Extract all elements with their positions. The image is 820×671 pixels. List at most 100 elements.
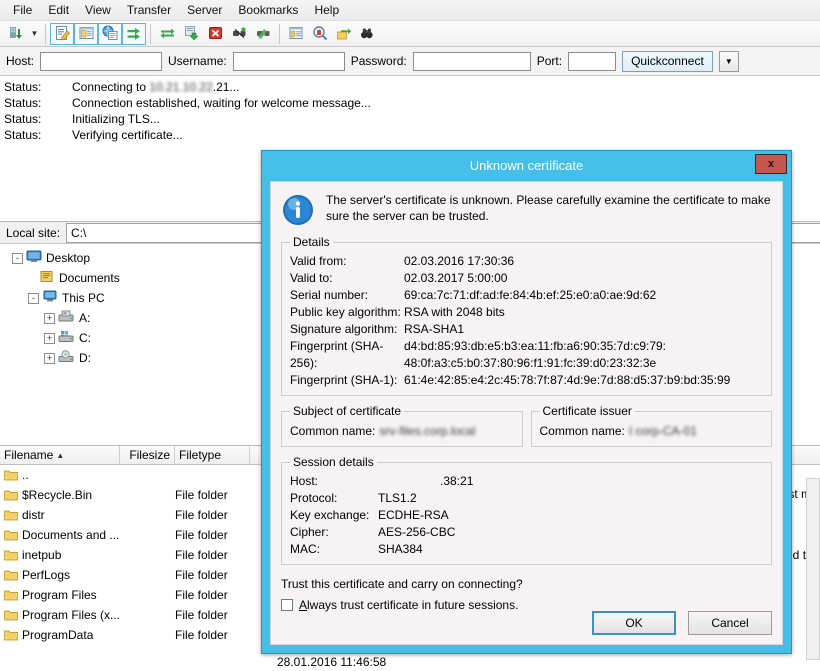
site-manager-icon[interactable] [4, 23, 28, 45]
binoculars-glyph [360, 25, 377, 42]
ok-button[interactable]: OK [592, 611, 676, 635]
quickconnect-history-dropdown[interactable]: ▼ [719, 51, 739, 72]
file-type-cell: File folder [175, 628, 250, 642]
toggle-local-tree-icon[interactable] [74, 23, 98, 45]
remote-list-scrollbar[interactable] [806, 478, 820, 660]
column-header-filesize[interactable]: Filesize [120, 446, 175, 464]
file-type-cell: File folder [175, 528, 250, 542]
subject-common-name-row: Common name: srv-files.corp.local [290, 422, 514, 440]
remote-file-timestamp: 28.01.2016 11:46:58 [277, 655, 386, 669]
subject-common-name-value: srv-files.corp.local [379, 422, 513, 440]
session-value: AES-256-CBC [378, 524, 455, 541]
toggle-transfer-queue-icon[interactable] [122, 23, 146, 45]
close-icon[interactable]: x [755, 154, 787, 174]
log-row-text: Initializing TLS... [72, 111, 160, 127]
port-input[interactable] [568, 52, 616, 71]
session-key: Protocol: [290, 490, 378, 507]
cancel-operation-icon[interactable] [203, 23, 227, 45]
toolbar-separator-1 [45, 24, 46, 44]
certificate-details-group: Details Valid from: 02.03.2016 17:30:36 … [281, 235, 772, 396]
tree-expander[interactable]: + [44, 353, 55, 364]
process-queue-icon[interactable] [179, 23, 203, 45]
quickconnect-button[interactable]: Quickconnect [622, 51, 713, 72]
detail-value: 69:ca:7c:71:df:ad:fe:84:4b:ef:25:e0:a0:a… [404, 287, 656, 304]
session-key: Cipher: [290, 524, 378, 541]
tree-node-label: Desktop [46, 251, 90, 265]
issuer-common-name-label: Common name: [540, 422, 625, 440]
dialog-button-row: OK Cancel [592, 611, 772, 635]
disconnect-icon[interactable] [227, 23, 251, 45]
remote-tree-glyph [102, 25, 119, 42]
folder-icon [4, 629, 18, 641]
menu-item-view[interactable]: View [77, 1, 119, 19]
session-row-cipher: Cipher: AES-256-CBC [290, 524, 763, 541]
file-name-cell: inetpub [0, 548, 120, 562]
file-name-cell: ProgramData [0, 628, 120, 642]
log-row-label: Status: [4, 111, 72, 127]
menu-item-transfer[interactable]: Transfer [119, 1, 179, 19]
toggle-message-log-icon[interactable] [50, 23, 74, 45]
menu-item-help[interactable]: Help [306, 1, 347, 19]
detail-key: Signature algorithm: [290, 321, 404, 338]
session-key: Host: [290, 473, 378, 490]
host-input[interactable] [40, 52, 162, 71]
menu-bar: File Edit View Transfer Server Bookmarks… [0, 0, 820, 21]
compare-glyph [312, 25, 329, 42]
refresh-icon[interactable] [155, 23, 179, 45]
session-value: SHA384 [378, 541, 423, 558]
reconnect-icon[interactable] [251, 23, 275, 45]
log-row-label: Status: [4, 127, 72, 143]
tree-expander[interactable]: - [12, 253, 23, 264]
unknown-certificate-dialog: Unknown certificate x The server's certi… [261, 150, 792, 654]
username-input[interactable] [233, 52, 345, 71]
file-name-cell: Documents and ... [0, 528, 120, 542]
dialog-intro: The server's certificate is unknown. Ple… [281, 192, 772, 227]
log-row: Status: Initializing TLS... [4, 111, 820, 127]
site-manager-dropdown-icon[interactable]: ▼ [28, 24, 41, 44]
session-value: .38:21 [378, 473, 473, 490]
folder-icon [4, 489, 18, 501]
find-files-icon[interactable] [356, 23, 380, 45]
tree-expander[interactable]: - [28, 293, 39, 304]
toolbar-separator-3 [279, 24, 280, 44]
tree-expander[interactable]: + [44, 333, 55, 344]
issuer-common-name-value: I corp-CA-01 [629, 422, 763, 440]
certificate-parties: Subject of certificate Common name: srv-… [281, 404, 772, 447]
dialog-body: The server's certificate is unknown. Ple… [270, 181, 783, 645]
toggle-remote-tree-icon[interactable] [98, 23, 122, 45]
log-row-label: Status: [4, 79, 72, 95]
session-legend: Session details [290, 455, 377, 469]
file-name-cell: PerfLogs [0, 568, 120, 582]
detail-row-serial-number: Serial number: 69:ca:7c:71:df:ad:fe:84:4… [290, 287, 763, 304]
subject-of-certificate-group: Subject of certificate Common name: srv-… [281, 404, 523, 447]
cancel-button[interactable]: Cancel [688, 611, 772, 635]
session-row-key-exchange: Key exchange: ECDHE-RSA [290, 507, 763, 524]
dialog-title-bar[interactable]: Unknown certificate x [262, 151, 791, 179]
filter-icon[interactable] [284, 23, 308, 45]
local-site-label: Local site: [0, 226, 66, 240]
column-header-filename[interactable]: Filename ▲ [0, 446, 120, 464]
log-row-text: Connecting to 10.21.10.22.21... [72, 79, 239, 95]
menu-item-bookmarks[interactable]: Bookmarks [230, 1, 306, 19]
always-trust-row[interactable]: Always trust certificate in future sessi… [281, 598, 772, 612]
menu-item-file[interactable]: File [5, 1, 40, 19]
tree-expander[interactable]: + [44, 313, 55, 324]
detail-row-public-key-algorithm: Public key algorithm: RSA with 2048 bits [290, 304, 763, 321]
synchronized-browsing-icon[interactable] [332, 23, 356, 45]
compare-directories-icon[interactable] [308, 23, 332, 45]
menu-item-edit[interactable]: Edit [40, 1, 77, 19]
detail-row-valid-from: Valid from: 02.03.2016 17:30:36 [290, 253, 763, 270]
cd-drive-icon [58, 350, 75, 366]
always-trust-checkbox[interactable] [281, 599, 293, 611]
password-input[interactable] [413, 52, 531, 71]
column-header-filetype[interactable]: Filetype [175, 446, 250, 464]
menu-item-server[interactable]: Server [179, 1, 230, 19]
session-value: TLS1.2 [378, 490, 417, 507]
issuer-legend: Certificate issuer [540, 404, 635, 418]
log-row: Status: Connecting to 10.21.10.22.21... [4, 79, 820, 95]
refresh-glyph [159, 25, 176, 42]
detail-row-signature-algorithm: Signature algorithm: RSA-SHA1 [290, 321, 763, 338]
file-type-cell: File folder [175, 588, 250, 602]
detail-key: Serial number: [290, 287, 404, 304]
folder-icon [4, 549, 18, 561]
